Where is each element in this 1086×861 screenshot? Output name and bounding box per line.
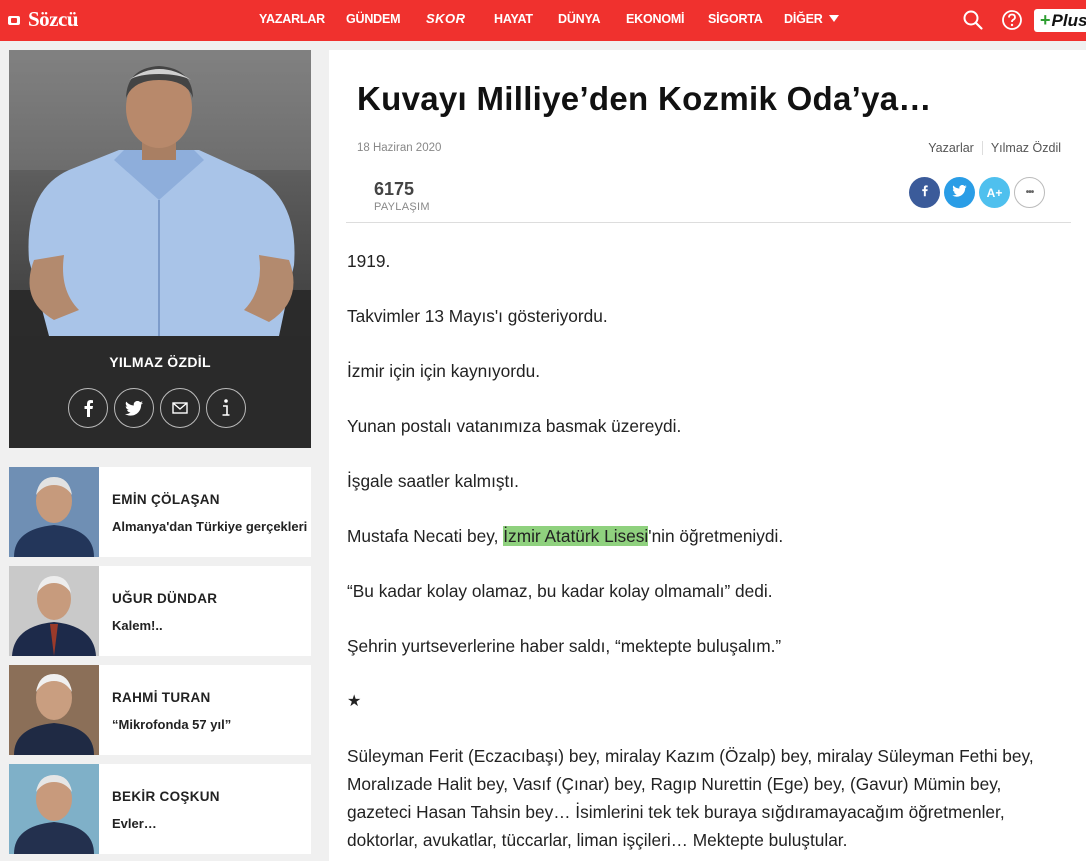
site-logo[interactable]: Sözcü <box>8 7 79 32</box>
author-thumbnail <box>9 764 99 854</box>
author-thumbnail <box>9 467 99 557</box>
nav-hayat[interactable]: HAYAT <box>494 12 533 26</box>
nav-sigorta[interactable]: SİGORTA <box>708 12 763 26</box>
author-card-name: BEKİR COŞKUN <box>112 789 220 804</box>
author-name: YILMAZ ÖZDİL <box>109 354 211 370</box>
author-thumbnail <box>9 566 99 656</box>
breadcrumb-divider <box>981 141 983 155</box>
breadcrumb: Yazarlar Yılmaz Özdil <box>928 141 1061 155</box>
meta-divider <box>346 222 1071 223</box>
search-icon[interactable] <box>962 9 984 31</box>
paragraph: Süleyman Ferit (Eczacıbaşı) bey, miralay… <box>347 746 1034 850</box>
star-separator: ★ <box>347 693 362 710</box>
author-card-title: “Mikrofonda 57 yıl” <box>112 717 232 732</box>
nav-skor[interactable]: SKOR <box>426 11 466 26</box>
share-facebook-button[interactable] <box>909 177 940 208</box>
paragraph: 1919. <box>347 251 391 271</box>
author-card-name: RAHMİ TURAN <box>112 690 211 705</box>
article-title: Kuvayı Milliye’den Kozmik Oda’ya… <box>357 80 932 117</box>
more-share-button[interactable]: ••• <box>1014 177 1045 208</box>
paragraph: “Bu kadar kolay olamaz, bu kadar kolay o… <box>347 581 773 601</box>
author-photo <box>9 50 311 336</box>
twitter-icon <box>952 184 967 202</box>
chevron-down-icon <box>828 15 839 22</box>
nav-ekonomi[interactable]: EKONOMİ <box>626 12 685 26</box>
author-panel: YILMAZ ÖZDİL <box>9 50 311 448</box>
author-card-title: Evler… <box>112 816 157 831</box>
nav-yazarlar[interactable]: YAZARLAR <box>259 12 325 26</box>
logo-icon <box>8 13 26 27</box>
article: Kuvayı Milliye’den Kozmik Oda’ya… 18 Haz… <box>329 50 1086 861</box>
author-card-name: UĞUR DÜNDAR <box>112 591 218 606</box>
paragraph: İşgale saatler kalmıştı. <box>347 471 519 491</box>
top-navigation-bar: Sözcü YAZARLAR GÜNDEM SKOR HAYAT DÜNYA E… <box>0 0 1086 41</box>
author-card-title: Almanya'dan Türkiye gerçekleri <box>112 519 308 534</box>
author-card-name: EMİN ÇÖLAŞAN <box>112 492 220 507</box>
paragraph: Şehrin yurtseverlerine haber saldı, “mek… <box>347 636 782 656</box>
font-size-button[interactable]: A+ <box>979 177 1010 208</box>
highlighted-link[interactable]: İzmir Atatürk Lisesi <box>503 526 649 546</box>
breadcrumb-yazarlar[interactable]: Yazarlar <box>928 141 974 155</box>
author-card[interactable]: EMİN ÇÖLAŞAN Almanya'dan Türkiye gerçekl… <box>9 467 311 557</box>
nav-diger[interactable]: DİĞER <box>784 12 839 26</box>
help-icon[interactable] <box>1001 9 1023 31</box>
share-count: 6175 <box>374 179 415 199</box>
facebook-icon <box>920 183 929 203</box>
nav-gundem[interactable]: GÜNDEM <box>346 12 401 26</box>
plus-button[interactable]: +Plus <box>1034 9 1086 32</box>
author-card[interactable]: UĞUR DÜNDAR Kalem!.. <box>9 566 311 656</box>
nav-dunya[interactable]: DÜNYA <box>558 12 601 26</box>
plus-icon: + <box>1040 10 1051 30</box>
author-card-title: Kalem!.. <box>112 618 163 633</box>
paragraph: İzmir için için kaynıyordu. <box>347 361 541 381</box>
share-twitter-button[interactable] <box>944 177 975 208</box>
paragraph: Takvimler 13 Mayıs'ı gösteriyordu. <box>347 306 608 326</box>
info-icon[interactable] <box>206 388 246 428</box>
facebook-icon[interactable] <box>68 388 108 428</box>
breadcrumb-author[interactable]: Yılmaz Özdil <box>991 141 1061 155</box>
share-label: PAYLAŞIM <box>374 201 430 213</box>
paragraph: Mustafa Necati bey, İzmir Atatürk Lisesi… <box>347 526 784 546</box>
author-card[interactable]: RAHMİ TURAN “Mikrofonda 57 yıl” <box>9 665 311 755</box>
mail-icon[interactable] <box>160 388 200 428</box>
article-date: 18 Haziran 2020 <box>357 142 442 154</box>
author-thumbnail <box>9 665 99 755</box>
twitter-icon[interactable] <box>114 388 154 428</box>
author-card[interactable]: BEKİR COŞKUN Evler… <box>9 764 311 854</box>
paragraph: Yunan postalı vatanımıza basmak üzereydi… <box>347 416 682 436</box>
